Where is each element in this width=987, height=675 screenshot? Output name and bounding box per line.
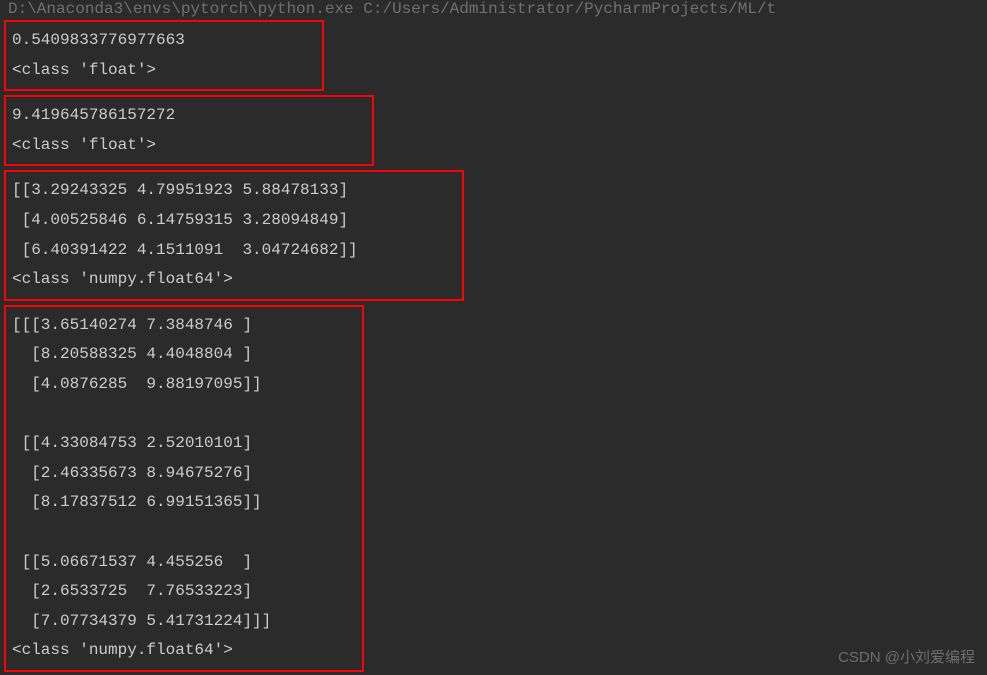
output-text-3: [[3.29243325 4.79951923 5.88478133] [4.0… bbox=[12, 176, 456, 294]
output-block-3: [[3.29243325 4.79951923 5.88478133] [4.0… bbox=[4, 170, 464, 300]
output-block-4: [[[3.65140274 7.3848746 ] [8.20588325 4.… bbox=[4, 305, 364, 672]
watermark: CSDN @小刘爱编程 bbox=[838, 646, 975, 667]
output-text-4: [[[3.65140274 7.3848746 ] [8.20588325 4.… bbox=[12, 311, 356, 666]
output-block-2: 9.419645786157272 <class 'float'> bbox=[4, 95, 374, 166]
path-text: D:\Anaconda3\envs\pytorch\python.exe C:/… bbox=[8, 0, 776, 18]
output-text-2: 9.419645786157272 <class 'float'> bbox=[12, 101, 366, 160]
command-path-line: D:\Anaconda3\envs\pytorch\python.exe C:/… bbox=[0, 0, 987, 18]
watermark-text: CSDN @小刘爱编程 bbox=[838, 649, 975, 666]
output-text-1: 0.5409833776977663 <class 'float'> bbox=[12, 26, 316, 85]
output-block-1: 0.5409833776977663 <class 'float'> bbox=[4, 20, 324, 91]
terminal-output: D:\Anaconda3\envs\pytorch\python.exe C:/… bbox=[0, 0, 987, 674]
